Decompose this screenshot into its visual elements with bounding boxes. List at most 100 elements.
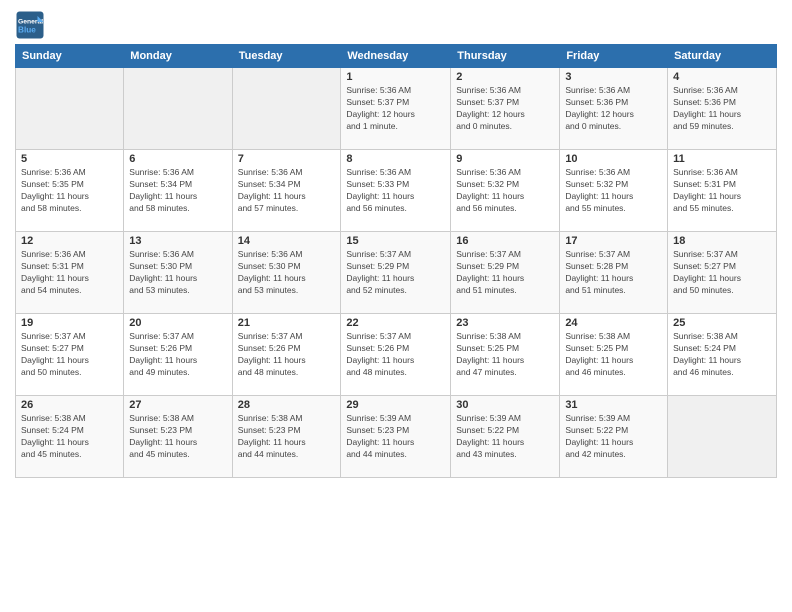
day-cell: 20 Sunrise: 5:37 AM Sunset: 5:26 PM Dayli… [124, 314, 232, 396]
day-cell: 21 Sunrise: 5:37 AM Sunset: 5:26 PM Dayli… [232, 314, 341, 396]
day-number: 1 [346, 71, 445, 83]
day-cell: 30 Sunrise: 5:39 AM Sunset: 5:22 PM Dayli… [451, 396, 560, 478]
day-number: 11 [673, 153, 771, 165]
day-cell [668, 396, 777, 478]
day-info: Sunrise: 5:36 AM Sunset: 5:30 PM Dayligh… [129, 249, 226, 297]
day-info: Sunrise: 5:38 AM Sunset: 5:25 PM Dayligh… [565, 331, 662, 379]
day-cell: 1 Sunrise: 5:36 AM Sunset: 5:37 PM Daylig… [341, 68, 451, 150]
day-info: Sunrise: 5:37 AM Sunset: 5:27 PM Dayligh… [21, 331, 118, 379]
day-cell [16, 68, 124, 150]
week-row-2: 5 Sunrise: 5:36 AM Sunset: 5:35 PM Daylig… [16, 150, 777, 232]
day-cell: 13 Sunrise: 5:36 AM Sunset: 5:30 PM Dayli… [124, 232, 232, 314]
day-cell: 17Sunrise: 5:37 AM Sunset: 5:28 PM Dayli… [560, 232, 668, 314]
day-info: Sunrise: 5:37 AM Sunset: 5:26 PM Dayligh… [129, 331, 226, 379]
day-cell: 2 Sunrise: 5:36 AM Sunset: 5:37 PM Daylig… [451, 68, 560, 150]
svg-text:Blue: Blue [18, 26, 36, 35]
day-cell: 22Sunrise: 5:37 AM Sunset: 5:26 PM Dayli… [341, 314, 451, 396]
day-info: Sunrise: 5:38 AM Sunset: 5:24 PM Dayligh… [673, 331, 771, 379]
day-number: 29 [346, 399, 445, 411]
day-number: 6 [129, 153, 226, 165]
calendar-page: General Blue SundayMondayTuesdayWednesda… [0, 0, 792, 612]
day-number: 10 [565, 153, 662, 165]
day-number: 30 [456, 399, 554, 411]
weekday-header-row: SundayMondayTuesdayWednesdayThursdayFrid… [16, 45, 777, 68]
day-number: 24 [565, 317, 662, 329]
day-cell: 15Sunrise: 5:37 AM Sunset: 5:29 PM Dayli… [341, 232, 451, 314]
day-number: 5 [21, 153, 118, 165]
day-cell: 26 Sunrise: 5:38 AM Sunset: 5:24 PM Dayli… [16, 396, 124, 478]
day-cell: 14 Sunrise: 5:36 AM Sunset: 5:30 PM Dayli… [232, 232, 341, 314]
day-number: 28 [238, 399, 336, 411]
day-cell: 8 Sunrise: 5:36 AM Sunset: 5:33 PM Daylig… [341, 150, 451, 232]
day-info: Sunrise: 5:38 AM Sunset: 5:23 PM Dayligh… [129, 413, 226, 461]
day-info: Sunrise: 5:36 AM Sunset: 5:35 PM Dayligh… [21, 167, 118, 215]
day-cell: 25Sunrise: 5:38 AM Sunset: 5:24 PM Dayli… [668, 314, 777, 396]
weekday-header-monday: Monday [124, 45, 232, 68]
day-info: Sunrise: 5:38 AM Sunset: 5:25 PM Dayligh… [456, 331, 554, 379]
day-info: Sunrise: 5:36 AM Sunset: 5:31 PM Dayligh… [21, 249, 118, 297]
day-number: 8 [346, 153, 445, 165]
day-info: Sunrise: 5:36 AM Sunset: 5:37 PM Dayligh… [456, 85, 554, 133]
day-number: 3 [565, 71, 662, 83]
week-row-4: 19Sunrise: 5:37 AM Sunset: 5:27 PM Dayli… [16, 314, 777, 396]
day-number: 14 [238, 235, 336, 247]
weekday-header-wednesday: Wednesday [341, 45, 451, 68]
week-row-1: 1 Sunrise: 5:36 AM Sunset: 5:37 PM Daylig… [16, 68, 777, 150]
day-number: 26 [21, 399, 118, 411]
day-number: 9 [456, 153, 554, 165]
day-number: 4 [673, 71, 771, 83]
day-cell: 24 Sunrise: 5:38 AM Sunset: 5:25 PM Dayli… [560, 314, 668, 396]
day-cell: 27 Sunrise: 5:38 AM Sunset: 5:23 PM Dayli… [124, 396, 232, 478]
day-number: 18 [673, 235, 771, 247]
day-info: Sunrise: 5:36 AM Sunset: 5:37 PM Dayligh… [346, 85, 445, 133]
day-cell: 19Sunrise: 5:37 AM Sunset: 5:27 PM Dayli… [16, 314, 124, 396]
week-row-5: 26 Sunrise: 5:38 AM Sunset: 5:24 PM Dayli… [16, 396, 777, 478]
day-cell: 6 Sunrise: 5:36 AM Sunset: 5:34 PM Daylig… [124, 150, 232, 232]
day-number: 31 [565, 399, 662, 411]
header: General Blue [15, 10, 777, 40]
calendar-table: SundayMondayTuesdayWednesdayThursdayFrid… [15, 44, 777, 478]
day-info: Sunrise: 5:36 AM Sunset: 5:34 PM Dayligh… [129, 167, 226, 215]
day-info: Sunrise: 5:37 AM Sunset: 5:28 PM Dayligh… [565, 249, 662, 297]
day-number: 16 [456, 235, 554, 247]
day-info: Sunrise: 5:38 AM Sunset: 5:24 PM Dayligh… [21, 413, 118, 461]
day-number: 21 [238, 317, 336, 329]
day-cell: 9 Sunrise: 5:36 AM Sunset: 5:32 PM Daylig… [451, 150, 560, 232]
day-number: 2 [456, 71, 554, 83]
day-cell: 3 Sunrise: 5:36 AM Sunset: 5:36 PM Daylig… [560, 68, 668, 150]
day-info: Sunrise: 5:36 AM Sunset: 5:30 PM Dayligh… [238, 249, 336, 297]
day-info: Sunrise: 5:39 AM Sunset: 5:23 PM Dayligh… [346, 413, 445, 461]
day-info: Sunrise: 5:39 AM Sunset: 5:22 PM Dayligh… [456, 413, 554, 461]
day-number: 27 [129, 399, 226, 411]
day-number: 7 [238, 153, 336, 165]
day-info: Sunrise: 5:37 AM Sunset: 5:29 PM Dayligh… [346, 249, 445, 297]
day-info: Sunrise: 5:37 AM Sunset: 5:26 PM Dayligh… [346, 331, 445, 379]
day-number: 20 [129, 317, 226, 329]
day-cell: 31 Sunrise: 5:39 AM Sunset: 5:22 PM Dayli… [560, 396, 668, 478]
day-cell [124, 68, 232, 150]
day-info: Sunrise: 5:37 AM Sunset: 5:26 PM Dayligh… [238, 331, 336, 379]
weekday-header-tuesday: Tuesday [232, 45, 341, 68]
day-info: Sunrise: 5:36 AM Sunset: 5:33 PM Dayligh… [346, 167, 445, 215]
day-cell: 16 Sunrise: 5:37 AM Sunset: 5:29 PM Dayli… [451, 232, 560, 314]
day-cell: 28 Sunrise: 5:38 AM Sunset: 5:23 PM Dayli… [232, 396, 341, 478]
day-info: Sunrise: 5:38 AM Sunset: 5:23 PM Dayligh… [238, 413, 336, 461]
day-info: Sunrise: 5:39 AM Sunset: 5:22 PM Dayligh… [565, 413, 662, 461]
day-cell: 29 Sunrise: 5:39 AM Sunset: 5:23 PM Dayli… [341, 396, 451, 478]
day-cell: 4 Sunrise: 5:36 AM Sunset: 5:36 PM Daylig… [668, 68, 777, 150]
day-number: 12 [21, 235, 118, 247]
logo-icon: General Blue [15, 10, 45, 40]
day-info: Sunrise: 5:36 AM Sunset: 5:32 PM Dayligh… [456, 167, 554, 215]
day-info: Sunrise: 5:36 AM Sunset: 5:32 PM Dayligh… [565, 167, 662, 215]
day-cell: 18Sunrise: 5:37 AM Sunset: 5:27 PM Dayli… [668, 232, 777, 314]
day-info: Sunrise: 5:36 AM Sunset: 5:36 PM Dayligh… [673, 85, 771, 133]
day-cell [232, 68, 341, 150]
day-cell: 5 Sunrise: 5:36 AM Sunset: 5:35 PM Daylig… [16, 150, 124, 232]
day-number: 13 [129, 235, 226, 247]
weekday-header-thursday: Thursday [451, 45, 560, 68]
day-info: Sunrise: 5:36 AM Sunset: 5:36 PM Dayligh… [565, 85, 662, 133]
day-info: Sunrise: 5:37 AM Sunset: 5:29 PM Dayligh… [456, 249, 554, 297]
day-cell: 7Sunrise: 5:36 AM Sunset: 5:34 PM Daylig… [232, 150, 341, 232]
logo: General Blue [15, 10, 49, 40]
week-row-3: 12 Sunrise: 5:36 AM Sunset: 5:31 PM Dayli… [16, 232, 777, 314]
